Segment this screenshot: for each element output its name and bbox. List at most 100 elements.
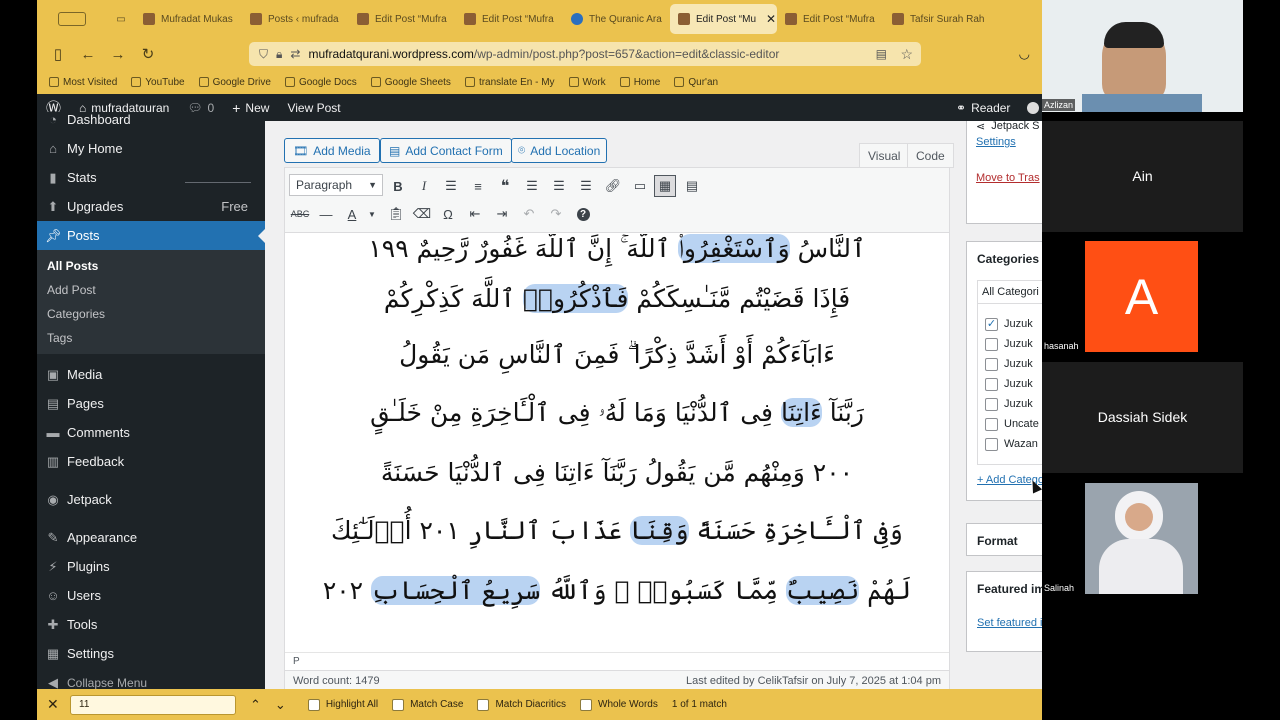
highlight-all-checkbox[interactable]: [307, 698, 320, 711]
text-color-icon[interactable]: A: [341, 203, 363, 225]
reader-link[interactable]: ⚭ Reader: [947, 101, 1019, 115]
collections-button[interactable]: ▭: [107, 4, 135, 34]
text-color-dropdown-icon[interactable]: ▼: [361, 203, 383, 225]
align-center-icon[interactable]: ☰: [548, 175, 570, 197]
all-categories-tab[interactable]: All Categori: [978, 281, 1042, 304]
highlight-all-option[interactable]: Highlight All: [307, 698, 378, 711]
paste-text-icon[interactable]: 📋︎: [385, 203, 407, 225]
category-checkbox[interactable]: ✓: [985, 317, 998, 331]
account-avatar[interactable]: [1027, 101, 1039, 114]
view-post-link[interactable]: View Post: [278, 101, 349, 115]
add-location-button[interactable]: ⌾ Add Location: [511, 138, 608, 163]
submenu-item-categories[interactable]: Categories: [37, 302, 265, 326]
category-item[interactable]: Uncate: [985, 414, 1042, 434]
strikethrough-icon[interactable]: ABC: [289, 203, 311, 225]
reader-view-icon[interactable]: ▤: [876, 47, 887, 61]
set-featured-image-link[interactable]: Set featured image: [977, 617, 1042, 629]
sidebar-item-jetpack[interactable]: ◉ Jetpack: [37, 485, 265, 514]
bookmark-item[interactable]: Home: [619, 77, 660, 88]
find-previous-icon[interactable]: ⌃: [250, 697, 261, 713]
sidebar-item-pages[interactable]: ▤ Pages: [37, 389, 265, 418]
tab-visual[interactable]: Visual: [859, 143, 910, 168]
sidebar-item-stats[interactable]: ▮ Stats: [37, 163, 265, 192]
find-input[interactable]: 11: [70, 694, 236, 715]
link-icon[interactable]: 🔗︎: [602, 175, 624, 197]
browser-tab[interactable]: Posts ‹ mufrada: [242, 4, 349, 34]
browser-tab[interactable]: Tafsir Surah Rah: [884, 4, 991, 34]
find-next-icon[interactable]: ⌄: [275, 697, 286, 713]
tab-close-icon[interactable]: ✕: [766, 12, 776, 26]
editor-content[interactable]: ٱلنَّاسُ وَٱسْتَغْفِرُوا۟ ٱللَّهَ ۚ إِنَ…: [285, 234, 949, 652]
redo-icon[interactable]: ↷: [545, 203, 567, 225]
sidebar-item-tools[interactable]: ✚ Tools: [37, 610, 265, 639]
category-checkbox[interactable]: [985, 437, 998, 451]
category-item[interactable]: Juzuk: [985, 374, 1042, 394]
browser-tab[interactable]: Mufradat Mukas: [135, 4, 242, 34]
close-find-icon[interactable]: ✕: [47, 696, 59, 713]
sidebar-toggle-icon[interactable]: ▯: [43, 45, 73, 63]
browser-tab[interactable]: Edit Post “Mufra: [456, 4, 563, 34]
outdent-icon[interactable]: ⇤: [464, 203, 486, 225]
read-more-icon[interactable]: ▭: [629, 175, 651, 197]
category-checkbox[interactable]: [985, 357, 998, 371]
sidebar-item-dashboard[interactable]: ◔ Dashboard: [37, 112, 265, 134]
category-item[interactable]: Juzuk: [985, 334, 1042, 354]
bold-icon[interactable]: B: [387, 175, 409, 197]
bookmark-item[interactable]: Google Docs: [284, 77, 357, 88]
category-item[interactable]: Juzuk: [985, 354, 1042, 374]
category-item[interactable]: Wazan: [985, 434, 1042, 454]
submenu-item-all-posts[interactable]: All Posts: [37, 254, 265, 278]
bullet-list-icon[interactable]: ☰: [440, 175, 462, 197]
tab-code[interactable]: Code: [907, 143, 954, 168]
add-contact-form-button[interactable]: ▤ Add Contact Form: [380, 138, 512, 163]
submenu-item-tags[interactable]: Tags: [37, 326, 265, 350]
format-select[interactable]: Paragraph ▼: [289, 174, 383, 196]
category-item[interactable]: Juzuk: [985, 394, 1042, 414]
horizontal-line-icon[interactable]: —: [315, 203, 337, 225]
format-box[interactable]: Format: [966, 523, 1042, 556]
match-case-checkbox[interactable]: [392, 698, 405, 711]
numbered-list-icon[interactable]: ≡: [467, 175, 489, 197]
forward-button[interactable]: →: [103, 46, 133, 63]
sidebar-item-plugins[interactable]: ⚡︎ Plugins: [37, 552, 265, 581]
reload-button[interactable]: ↻: [133, 45, 163, 63]
bookmark-item[interactable]: Work: [568, 77, 606, 88]
browser-tab[interactable]: The Quranic Ara: [563, 4, 670, 34]
bookmark-item[interactable]: Qur'an: [674, 77, 718, 88]
jetpack-settings-link[interactable]: Settings: [976, 136, 1016, 148]
sidebar-item-collapse-menu[interactable]: ◀ Collapse Menu: [37, 668, 265, 690]
indent-icon[interactable]: ⇥: [491, 203, 513, 225]
bookmark-item[interactable]: Google Drive: [198, 77, 271, 88]
category-item[interactable]: ✓ Juzuk: [985, 314, 1042, 334]
italic-icon[interactable]: I: [413, 175, 435, 197]
category-checkbox[interactable]: [985, 377, 998, 391]
move-to-trash-link[interactable]: Move to Tras: [976, 172, 1040, 184]
sidebar-item-my-home[interactable]: ⌂ My Home: [37, 134, 265, 163]
match-diacritics-checkbox[interactable]: [477, 698, 490, 711]
undo-icon[interactable]: ↶: [518, 203, 540, 225]
bookmark-item[interactable]: translate En - My: [464, 77, 555, 88]
sidebar-item-comments[interactable]: ▬ Comments: [37, 418, 265, 447]
clear-formatting-icon[interactable]: ⌫: [411, 203, 433, 225]
match-case-option[interactable]: Match Case: [392, 698, 463, 711]
bookmark-star-icon[interactable]: ☆: [900, 46, 913, 63]
sidebar-item-settings[interactable]: ▦ Settings: [37, 639, 265, 668]
add-media-button[interactable]: 🎞︎ Add Media: [284, 138, 380, 163]
align-left-icon[interactable]: ☰: [521, 175, 543, 197]
category-checkbox[interactable]: [985, 337, 998, 351]
back-button[interactable]: ←: [73, 46, 103, 63]
submenu-item-add-post[interactable]: Add Post: [37, 278, 265, 302]
sidebar-item-media[interactable]: ▣ Media: [37, 360, 265, 389]
sidebar-item-users[interactable]: ☺ Users: [37, 581, 265, 610]
match-diacritics-option[interactable]: Match Diacritics: [477, 698, 566, 711]
help-icon[interactable]: ?: [572, 203, 594, 225]
category-checkbox[interactable]: [985, 397, 998, 411]
sidebar-item-feedback[interactable]: ▥ Feedback: [37, 447, 265, 476]
special-character-icon[interactable]: Ω: [437, 203, 459, 225]
sidebar-item-upgrades[interactable]: ⬆ Upgrades Free: [37, 192, 265, 221]
blockquote-icon[interactable]: ❝: [494, 175, 516, 197]
pocket-icon[interactable]: ◡: [1019, 46, 1030, 62]
toolbar-toggle-icon[interactable]: ▦: [654, 175, 676, 197]
category-checkbox[interactable]: [985, 417, 998, 431]
sidebar-item-appearance[interactable]: ✎ Appearance: [37, 523, 265, 552]
